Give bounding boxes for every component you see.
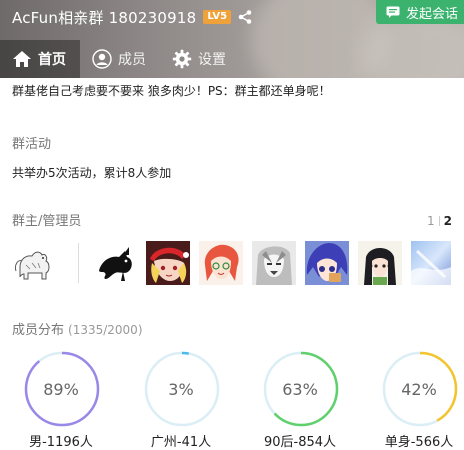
admin-avatar-list	[12, 241, 464, 285]
percent-value: 63%	[282, 380, 318, 399]
admins-pager: 1 2	[427, 214, 452, 228]
admin-avatar[interactable]	[199, 241, 243, 285]
user-icon	[92, 49, 112, 69]
distribution-label: 90后-854人	[263, 435, 337, 450]
start-chat-button[interactable]: 发起会话	[376, 0, 464, 24]
admin-avatar[interactable]	[146, 241, 190, 285]
distribution-location[interactable]: 3% 广州-41人	[143, 350, 223, 450]
owner-divider	[78, 243, 79, 283]
activity-section-title: 群活动	[12, 137, 52, 152]
distribution-label: 男-1196人	[29, 435, 93, 450]
tab-settings[interactable]: 设置	[160, 40, 240, 78]
owner-avatar[interactable]	[12, 241, 56, 285]
tab-home[interactable]: 首页	[0, 40, 80, 78]
percent-value: 3%	[168, 380, 194, 399]
level-badge: LV5	[203, 10, 232, 24]
percent-value: 42%	[401, 380, 437, 399]
distribution-label: 广州-41人	[150, 435, 212, 450]
distribution-label: 单身-566人	[384, 435, 454, 450]
percent-value: 89%	[43, 380, 79, 399]
group-header: AcFun相亲群 180230918 LV5 发起会话 首页 成员 设置	[0, 0, 464, 78]
admin-avatar[interactable]	[305, 241, 349, 285]
home-icon	[13, 51, 31, 67]
group-notice: 群基佬自己考虑要不要来 狼多肉少！PS：群主都还单身呢！	[12, 84, 331, 98]
share-icon[interactable]	[237, 9, 253, 25]
tab-members[interactable]: 成员	[80, 40, 160, 78]
admin-avatar[interactable]	[93, 241, 137, 285]
group-title-row: AcFun相亲群 180230918 LV5	[12, 6, 253, 28]
distribution-relationship[interactable]: 42% 单身-566人	[381, 350, 461, 450]
admin-avatar[interactable]	[358, 241, 402, 285]
group-tabs: 首页 成员 设置	[0, 40, 464, 78]
admin-avatar[interactable]	[252, 241, 296, 285]
admins-section-title: 群主/管理员	[12, 214, 82, 229]
chat-icon	[386, 6, 400, 18]
distribution-section-title: 成员分布 (1335/2000)	[12, 319, 143, 338]
distribution-gender[interactable]: 89% 男-1196人	[23, 350, 103, 450]
group-title: AcFun相亲群 180230918	[12, 8, 197, 27]
pager-divider	[438, 216, 440, 226]
start-chat-label: 发起会话	[406, 6, 459, 22]
admin-avatar[interactable]	[411, 241, 451, 285]
distribution-title: 成员分布	[12, 323, 65, 338]
tab-label: 成员	[118, 52, 146, 68]
activity-summary: 共举办5次活动，累计8人参加	[12, 166, 172, 180]
tab-label: 设置	[198, 52, 226, 68]
gear-icon	[172, 49, 192, 69]
pager-page-2[interactable]: 2	[444, 214, 452, 228]
distribution-age[interactable]: 63% 90后-854人	[262, 350, 342, 450]
pager-page-1[interactable]: 1	[427, 214, 435, 228]
member-count: (1335/2000)	[68, 323, 143, 337]
tab-label: 首页	[38, 52, 66, 68]
